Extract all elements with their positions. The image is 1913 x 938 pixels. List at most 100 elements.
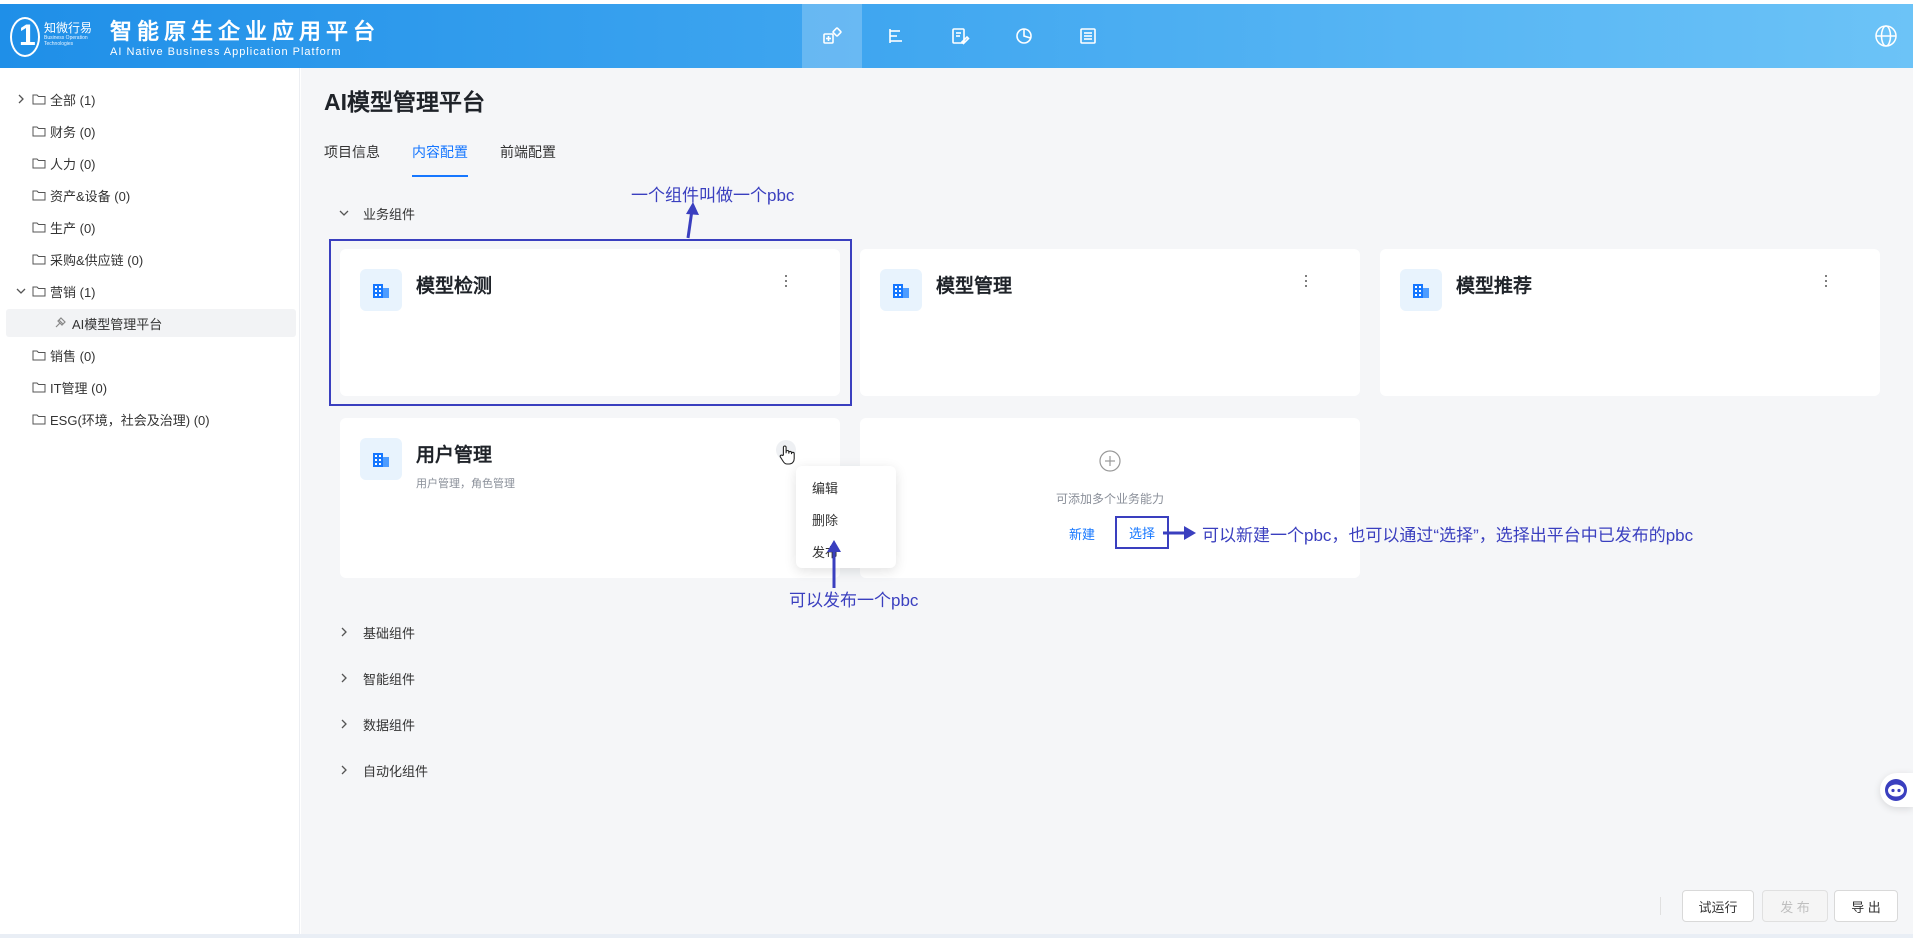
folder-icon bbox=[32, 382, 46, 393]
annotation-choose-note: 可以新建一个pbc，也可以通过“选择”，选择出平台中已发布的pbc bbox=[1202, 526, 1694, 545]
footer-divider bbox=[1660, 897, 1661, 915]
card-desc: 用户管理，角色管理 bbox=[416, 478, 515, 490]
more-vertical-icon[interactable] bbox=[1302, 271, 1310, 291]
tab-frontend-config[interactable]: 前端配置 bbox=[500, 143, 556, 177]
assistant-bot-button[interactable] bbox=[1880, 773, 1913, 807]
logo-name: 知微行易 bbox=[44, 21, 93, 35]
layers-icon bbox=[1080, 28, 1096, 44]
folder-icon bbox=[32, 350, 46, 361]
card-model-management[interactable]: 模型管理 bbox=[860, 249, 1360, 396]
tree-item-production[interactable]: 生产 (0) bbox=[6, 213, 296, 241]
folder-icon bbox=[32, 126, 46, 137]
tree-item-label: 销售 (0) bbox=[50, 348, 96, 364]
tree-item-label: 资产&设备 (0) bbox=[50, 188, 131, 204]
chevron-right-icon bbox=[341, 765, 347, 775]
tree-item-label: 生产 (0) bbox=[50, 220, 96, 236]
bottom-border bbox=[0, 934, 1913, 938]
tree-item-label: 营销 (1) bbox=[50, 284, 96, 300]
card-user-management[interactable]: 用户管理 用户管理，角色管理 bbox=[340, 418, 840, 578]
chevron-right-icon bbox=[341, 719, 347, 729]
tree-item-finance[interactable]: 财务 (0) bbox=[6, 117, 296, 145]
nav-layers[interactable] bbox=[1058, 4, 1118, 68]
tree-item-sales[interactable]: 销售 (0) bbox=[6, 341, 296, 369]
building-icon bbox=[893, 284, 909, 298]
menu-item-delete[interactable]: 删除 bbox=[812, 510, 838, 529]
folder-icon bbox=[32, 286, 46, 297]
tab-content-config[interactable]: 内容配置 bbox=[412, 143, 468, 177]
logo: 1 知微行易 Business Operation Technologies bbox=[10, 13, 93, 59]
tree-item-label: IT管理 (0) bbox=[50, 380, 108, 396]
card-model-recommend[interactable]: 模型推荐 bbox=[1380, 249, 1880, 396]
nav-component[interactable] bbox=[802, 4, 862, 68]
card-title: 模型管理 bbox=[936, 276, 1013, 297]
section-label: 业务组件 bbox=[363, 206, 416, 222]
tree-item-label: ESG(环境，社会及治理) (0) bbox=[50, 412, 210, 428]
chevron-right-icon[interactable] bbox=[14, 94, 28, 104]
more-vertical-icon[interactable] bbox=[776, 440, 796, 465]
nav-structure[interactable] bbox=[866, 4, 926, 68]
nav-edit-doc[interactable] bbox=[930, 4, 990, 68]
menu-item-edit[interactable]: 编辑 bbox=[812, 478, 838, 497]
menu-item-publish[interactable]: 发布 bbox=[812, 542, 838, 561]
folder-icon bbox=[32, 254, 46, 265]
tree-item-ai-platform[interactable]: AI模型管理平台 bbox=[6, 309, 296, 337]
tree-item-label: 全部 (1) bbox=[50, 92, 96, 108]
chevron-down-icon[interactable] bbox=[14, 286, 28, 296]
tree-item-label: 采购&供应链 (0) bbox=[50, 252, 144, 268]
tree-item-marketing[interactable]: 营销 (1) bbox=[6, 277, 296, 305]
section-data-components[interactable]: 数据组件 bbox=[339, 713, 415, 735]
tree-item-label: 人力 (0) bbox=[50, 156, 96, 172]
publish-button[interactable]: 发 布 bbox=[1762, 890, 1828, 922]
section-basic-components[interactable]: 基础组件 bbox=[339, 621, 415, 643]
tree-item-assets[interactable]: 资产&设备 (0) bbox=[6, 181, 296, 209]
section-automation-components[interactable]: 自动化组件 bbox=[339, 759, 428, 781]
tree-item-procurement[interactable]: 采购&供应链 (0) bbox=[6, 245, 296, 273]
trial-run-button[interactable]: 试运行 bbox=[1682, 890, 1754, 922]
tree-item-all[interactable]: 全部 (1) bbox=[6, 85, 296, 113]
choose-pbc-button[interactable]: 选择 bbox=[1115, 516, 1169, 549]
tree-item-esg[interactable]: ESG(环境，社会及治理) (0) bbox=[6, 405, 296, 433]
section-business-components[interactable]: 业务组件 bbox=[339, 202, 415, 224]
more-vertical-icon[interactable] bbox=[1822, 271, 1830, 291]
tab-project-info[interactable]: 项目信息 bbox=[324, 143, 380, 177]
chart-pie-icon bbox=[1016, 28, 1032, 44]
top-header: 1 知微行易 Business Operation Technologies 智… bbox=[0, 4, 1913, 68]
category-tree: 全部 (1) 财务 (0) 人力 (0) 资产&设备 (0) 生产 (0) 采购… bbox=[0, 68, 300, 934]
app-title: 智能原生企业应用平台 bbox=[110, 19, 381, 44]
folder-icon bbox=[32, 190, 46, 201]
card-actions-menu: 编辑 删除 发布 bbox=[796, 466, 896, 568]
chevron-down-icon bbox=[339, 210, 349, 216]
card-icon bbox=[1400, 269, 1442, 311]
folder-icon bbox=[32, 414, 46, 425]
annotation-pbc-definition: 一个组件叫做一个pbc bbox=[631, 186, 795, 205]
chevron-right-icon bbox=[341, 673, 347, 683]
page-title: AI模型管理平台 bbox=[324, 89, 485, 115]
card-title: 模型推荐 bbox=[1456, 276, 1533, 297]
section-label: 自动化组件 bbox=[363, 763, 429, 779]
chevron-right-icon bbox=[341, 627, 347, 637]
tree-item-it[interactable]: IT管理 (0) bbox=[6, 373, 296, 401]
edit-doc-icon bbox=[952, 28, 970, 45]
hand-pointer-icon bbox=[779, 445, 795, 465]
export-button[interactable]: 导 出 bbox=[1834, 890, 1898, 922]
tree-item-hr[interactable]: 人力 (0) bbox=[6, 149, 296, 177]
new-pbc-link[interactable]: 新建 bbox=[1069, 524, 1095, 543]
folder-icon bbox=[32, 94, 46, 105]
card-title: 用户管理 bbox=[416, 445, 493, 466]
card-icon bbox=[880, 269, 922, 311]
main-content: AI模型管理平台 项目信息 内容配置 前端配置 业务组件 模型检测 模型管理 模… bbox=[301, 68, 1913, 934]
section-label: 基础组件 bbox=[363, 625, 416, 641]
pin-icon bbox=[55, 317, 66, 328]
nav-chart[interactable] bbox=[994, 4, 1054, 68]
folder-icon bbox=[32, 158, 46, 169]
section-label: 智能组件 bbox=[363, 671, 416, 687]
card-add-capability: 可添加多个业务能力 新建 选择 bbox=[860, 418, 1360, 578]
logo-sub: Business Operation Technologies bbox=[44, 35, 88, 47]
component-icon bbox=[823, 27, 842, 44]
structure-icon bbox=[889, 29, 902, 43]
globe-icon[interactable] bbox=[1874, 24, 1898, 48]
section-smart-components[interactable]: 智能组件 bbox=[339, 667, 415, 689]
plus-circle-icon[interactable] bbox=[1099, 450, 1121, 472]
building-icon bbox=[1413, 284, 1429, 298]
section-label: 数据组件 bbox=[363, 717, 416, 733]
